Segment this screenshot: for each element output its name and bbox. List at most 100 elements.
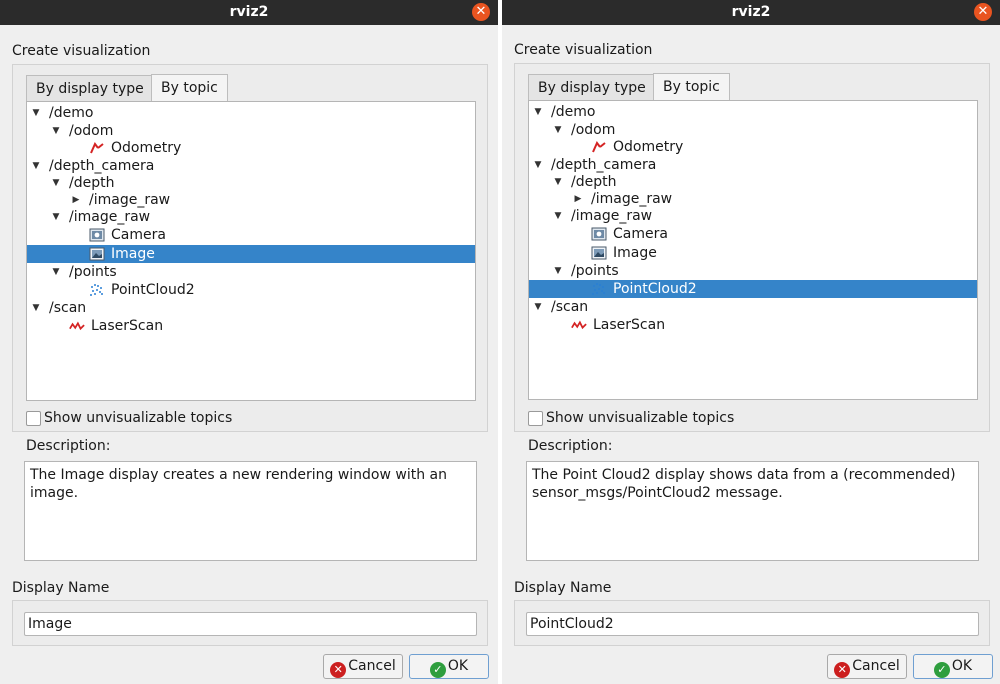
topic-tree[interactable]: ▼/demo ▼/odom Odometry ▼/depth_camera ▼/dept…	[528, 100, 978, 400]
chevron-down-icon[interactable]: ▼	[31, 299, 41, 317]
ok-label: OK	[951, 658, 973, 674]
tree-item-label: /points	[69, 264, 117, 280]
check-icon: ✓	[933, 662, 950, 678]
tree-display-item[interactable]: Image	[27, 245, 475, 263]
tree-display-item[interactable]: Camera	[27, 226, 475, 244]
laserscan-icon	[69, 318, 85, 334]
tree-item-label: /scan	[551, 299, 589, 315]
tree-item-label: /image_raw	[591, 191, 673, 207]
ok-button[interactable]: ✓ OK	[913, 654, 993, 679]
tree-topic-item[interactable]: ▼ /points	[27, 263, 475, 281]
title-bar: rviz2 ✕	[0, 0, 498, 25]
topic-tree[interactable]: ▼/demo ▼/odom Odometry ▼/depth_camera ▼/dept…	[26, 101, 476, 401]
chevron-down-icon[interactable]: ▼	[31, 104, 41, 122]
tree-item-label: Camera	[111, 227, 166, 243]
dialog-left: rviz2 ✕ Create visualization By display …	[0, 0, 498, 684]
description-label: Description:	[26, 438, 111, 454]
tree-display-item[interactable]: LaserScan	[529, 316, 977, 334]
display-name-input[interactable]: PointCloud2	[526, 612, 979, 636]
tree-display-item[interactable]: Camera	[529, 225, 977, 243]
tree-topic-item[interactable]: ▼ /image_raw	[529, 207, 977, 225]
tree-topic-item[interactable]: ▼ /scan	[27, 299, 475, 317]
tab-by-topic[interactable]: By topic	[151, 74, 228, 102]
tree-item-label: Camera	[613, 226, 668, 242]
pointcloud-icon	[89, 282, 105, 298]
tree-topic-item[interactable]: ▼ /scan	[529, 298, 977, 316]
tree-topic-item[interactable]: ▼ /odom	[529, 121, 977, 139]
chevron-down-icon[interactable]: ▼	[51, 174, 61, 192]
tree-topic-item[interactable]: ▼ /depth_camera	[529, 156, 977, 174]
tree-item-label: /depth	[69, 175, 115, 191]
cancel-icon: ✕	[330, 662, 347, 678]
cancel-label: Cancel	[348, 658, 396, 674]
tree-topic-item[interactable]: ▼ /image_raw	[27, 208, 475, 226]
tree-item-label: Image	[111, 246, 155, 262]
tree-item-label: LaserScan	[91, 318, 164, 334]
tab-by-topic[interactable]: By topic	[653, 73, 730, 101]
cancel-button[interactable]: ✕ Cancel	[323, 654, 403, 679]
pointcloud-icon	[591, 281, 607, 297]
tree-topic-item[interactable]: ▼ /depth	[529, 173, 977, 191]
tree-topic-item[interactable]: ▼ /demo	[529, 103, 977, 121]
chevron-down-icon[interactable]: ▼	[51, 208, 61, 226]
tree-item-label: Odometry	[111, 140, 182, 156]
tree-item-label: Odometry	[613, 139, 684, 155]
tree-item-label: PointCloud2	[613, 281, 697, 297]
create-visualization-label: Create visualization	[514, 42, 653, 58]
image-icon	[89, 246, 105, 262]
tree-item-label: /image_raw	[89, 192, 171, 208]
tree-item-label: /depth_camera	[49, 158, 155, 174]
tree-item-label: /image_raw	[571, 208, 653, 224]
tree-item-label: /odom	[69, 123, 114, 139]
chevron-down-icon[interactable]: ▼	[51, 122, 61, 140]
chevron-right-icon[interactable]: ▶	[71, 191, 81, 209]
chevron-down-icon[interactable]: ▼	[553, 173, 563, 191]
description-text: The Image display creates a new renderin…	[24, 461, 477, 561]
tree-display-item[interactable]: PointCloud2	[27, 281, 475, 299]
ok-button[interactable]: ✓ OK	[409, 654, 489, 679]
close-icon[interactable]: ✕	[974, 3, 992, 21]
show-unvisualizable-label: Show unvisualizable topics	[44, 410, 233, 426]
tree-topic-item[interactable]: ▼ /odom	[27, 122, 475, 140]
show-unvisualizable-label: Show unvisualizable topics	[546, 410, 735, 426]
chevron-down-icon[interactable]: ▼	[533, 156, 543, 174]
tab-by-display-type[interactable]: By display type	[26, 75, 154, 101]
cancel-button[interactable]: ✕ Cancel	[827, 654, 907, 679]
tree-topic-item[interactable]: ▼ /depth_camera	[27, 157, 475, 175]
show-unvisualizable-checkbox[interactable]	[528, 411, 543, 426]
tree-item-label: /image_raw	[69, 209, 151, 225]
camera-icon	[591, 226, 607, 242]
tab-by-display-type[interactable]: By display type	[528, 74, 656, 100]
tree-item-label: /depth	[571, 174, 617, 190]
show-unvisualizable-checkbox[interactable]	[26, 411, 41, 426]
tree-topic-item[interactable]: ▶ /image_raw	[27, 191, 475, 209]
tree-display-item[interactable]: Odometry	[529, 138, 977, 156]
tree-item-label: /demo	[551, 104, 596, 120]
cancel-icon: ✕	[834, 662, 851, 678]
chevron-down-icon[interactable]: ▼	[533, 298, 543, 316]
tree-display-item[interactable]: PointCloud2	[529, 280, 977, 298]
tree-topic-item[interactable]: ▼ /points	[529, 262, 977, 280]
chevron-down-icon[interactable]: ▼	[51, 263, 61, 281]
tree-topic-item[interactable]: ▼ /demo	[27, 104, 475, 122]
tree-item-label: Image	[613, 245, 657, 261]
tree-item-label: /odom	[571, 122, 616, 138]
tree-display-item[interactable]: Image	[529, 244, 977, 262]
title-bar: rviz2 ✕	[502, 0, 1000, 25]
tree-topic-item[interactable]: ▶ /image_raw	[529, 190, 977, 208]
display-name-label: Display Name	[12, 580, 110, 596]
chevron-down-icon[interactable]: ▼	[31, 157, 41, 175]
chevron-down-icon[interactable]: ▼	[553, 207, 563, 225]
display-name-input[interactable]: Image	[24, 612, 477, 636]
tree-display-item[interactable]: LaserScan	[27, 317, 475, 335]
tree-topic-item[interactable]: ▼ /depth	[27, 174, 475, 192]
chevron-right-icon[interactable]: ▶	[573, 190, 583, 208]
chevron-down-icon[interactable]: ▼	[553, 121, 563, 139]
dialog-right: rviz2 ✕ Create visualization By display …	[502, 0, 1000, 684]
chevron-down-icon[interactable]: ▼	[553, 262, 563, 280]
tree-display-item[interactable]: Odometry	[27, 139, 475, 157]
odometry-icon	[591, 139, 607, 155]
close-icon[interactable]: ✕	[472, 3, 490, 21]
check-icon: ✓	[429, 662, 446, 678]
chevron-down-icon[interactable]: ▼	[533, 103, 543, 121]
